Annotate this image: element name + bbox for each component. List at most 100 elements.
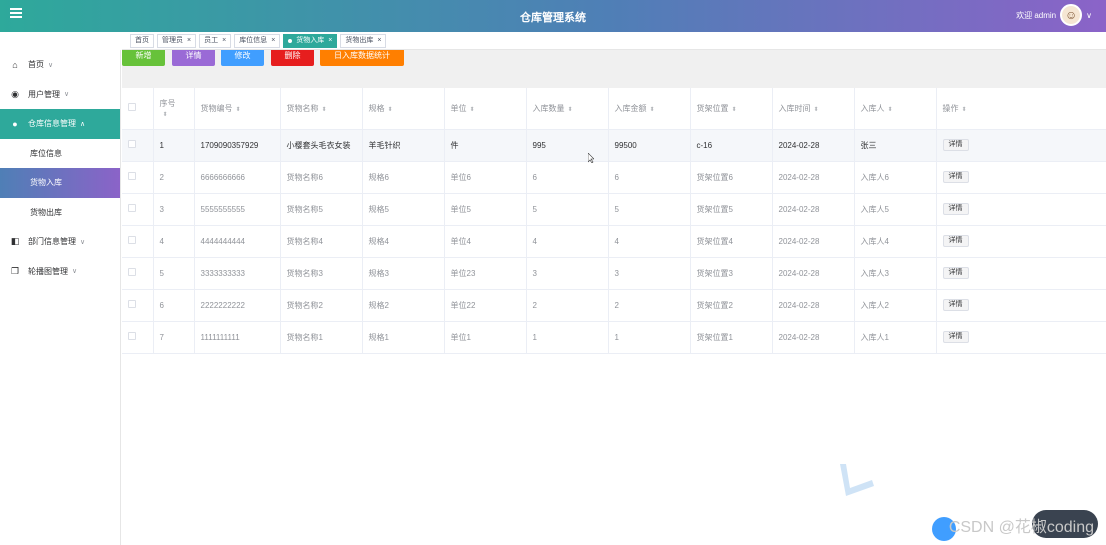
sort-icon[interactable]: ⬍ — [814, 107, 819, 113]
row-detail-button[interactable]: 详情 — [942, 331, 969, 343]
row-detail-button[interactable]: 详情 — [942, 267, 969, 279]
top-header: 仓库管理系统 欢迎 admin ☺ ∨ — [0, 0, 1106, 32]
table-cell: 规格6 — [362, 161, 445, 194]
column-header[interactable]: 单位 ⬍ — [444, 88, 527, 130]
table-cell: 7 — [153, 321, 195, 354]
avatar[interactable]: ☺ — [1060, 4, 1083, 26]
tab-2[interactable]: 员工 × — [199, 33, 232, 48]
tab-3[interactable]: 库位信息 × — [234, 33, 281, 48]
sort-icon[interactable]: ⬍ — [732, 107, 737, 113]
sidebar-item-label: 首页 — [28, 60, 44, 70]
tab-1[interactable]: 管理员 × — [157, 33, 197, 48]
close-icon[interactable]: × — [187, 35, 191, 47]
table-cell: 1 — [153, 129, 195, 162]
table-cell: 2024-02-28 — [772, 321, 855, 354]
row-detail-button[interactable]: 详情 — [942, 299, 969, 311]
sort-icon[interactable]: ⬍ — [322, 107, 327, 113]
close-icon[interactable]: × — [271, 35, 275, 47]
table-cell: 1 — [526, 321, 609, 354]
tab-label: 管理员 — [162, 36, 183, 44]
row-detail-button[interactable]: 详情 — [942, 171, 969, 183]
row-checkbox[interactable] — [128, 204, 136, 212]
row-checkbox[interactable] — [128, 268, 136, 276]
row-detail-button[interactable]: 详情 — [942, 139, 969, 151]
action-cell: 详情 — [936, 289, 1106, 322]
column-header[interactable]: 货物名称 ⬍ — [280, 88, 363, 130]
sort-icon[interactable]: ⬍ — [163, 112, 168, 118]
action-cell: 详情 — [936, 129, 1106, 162]
active-dot-icon — [288, 38, 293, 43]
sort-icon[interactable]: ⬍ — [888, 107, 893, 113]
table-cell: 单位4 — [444, 225, 527, 258]
row-checkbox[interactable] — [128, 300, 136, 308]
sort-icon[interactable]: ⬍ — [962, 107, 967, 113]
column-header[interactable]: 入库时间 ⬍ — [772, 88, 855, 130]
close-icon[interactable]: × — [377, 35, 381, 47]
column-header-label: 货架位置 — [696, 103, 729, 113]
table-cell: 3 — [608, 257, 691, 290]
sort-icon[interactable]: ⬍ — [650, 107, 655, 113]
table-row[interactable]: 7 1111111111 货物名称1 规格1 单位1 1 1 货架位置1 2024-02-28 入… — [122, 321, 1106, 354]
row-checkbox[interactable] — [128, 172, 136, 180]
tab-4[interactable]: 货物入库 × — [283, 33, 338, 48]
row-checkbox[interactable] — [128, 332, 136, 340]
select-all-checkbox[interactable] — [128, 103, 136, 112]
sidebar-item-6[interactable]: ◧ 部门信息管理 ∨ — [0, 227, 120, 257]
column-header[interactable]: 入库人 ⬍ — [854, 88, 937, 130]
table-cell: 2 — [608, 289, 691, 322]
table-cell: 货架位置6 — [690, 161, 773, 194]
table-row[interactable]: 4 4444444444 货物名称4 规格4 单位4 4 4 货架位置4 2024-02-28 入… — [122, 225, 1106, 258]
table-cell: 货物名称6 — [280, 161, 363, 194]
column-header-label: 货物名称 — [286, 103, 319, 113]
table-row[interactable]: 5 3333333333 货物名称3 规格3 单位23 3 3 货架位置3 2024-02-28… — [122, 257, 1106, 290]
row-checkbox-cell — [122, 161, 154, 194]
sidebar-item-1[interactable]: ◉ 用户管理 ∨ — [0, 80, 120, 110]
delete-button[interactable]: 删除 — [271, 50, 314, 66]
tab-5[interactable]: 货物出库 × — [340, 33, 387, 48]
column-header[interactable]: 序号 ⬍ — [153, 88, 195, 130]
column-header[interactable]: 货架位置 ⬍ — [690, 88, 773, 130]
sidebar-item-label: 仓库信息管理 — [28, 119, 76, 129]
sort-icon[interactable]: ⬍ — [388, 107, 393, 113]
row-checkbox[interactable] — [128, 236, 136, 244]
tab-0[interactable]: 首页 — [130, 33, 154, 48]
add-button[interactable]: 新增 — [122, 50, 165, 66]
sidebar-item-4[interactable]: 货物入库 — [0, 168, 120, 198]
table-row[interactable]: 1 1709090357929 小樱套头毛衣女装 羊毛针织件 995 99500 c-16 2… — [122, 129, 1106, 162]
table-row[interactable]: 2 6666666666 货物名称6 规格6 单位6 6 6 货架位置6 2024-02-28 入… — [122, 161, 1106, 194]
edit-button[interactable]: 修改 — [221, 50, 264, 66]
column-header[interactable]: 规格 ⬍ — [362, 88, 445, 130]
table-cell: c-16 — [690, 129, 773, 162]
column-header[interactable]: 入库金额 ⬍ — [608, 88, 691, 130]
row-detail-button[interactable]: 详情 — [942, 235, 969, 247]
row-detail-button[interactable]: 详情 — [942, 203, 969, 215]
panel-icon: ◧ — [10, 236, 20, 247]
sidebar-item-5[interactable]: 货物出库 — [0, 198, 120, 228]
detail-button[interactable]: 详情 — [172, 50, 215, 66]
chevron-down-icon[interactable]: ∨ — [1086, 11, 1092, 20]
sort-icon[interactable]: ⬍ — [568, 107, 573, 113]
column-header[interactable]: 入库数量 ⬍ — [526, 88, 609, 130]
close-icon[interactable]: × — [328, 35, 332, 47]
sidebar-item-2[interactable]: ● 仓库信息管理 ∧ — [0, 109, 120, 139]
sort-icon[interactable]: ⬍ — [236, 107, 241, 113]
close-icon[interactable]: × — [222, 35, 226, 47]
user-menu[interactable]: 欢迎 admin ☺ ∨ — [1016, 4, 1092, 26]
watermark-logo-icon — [840, 464, 874, 496]
column-header[interactable]: 货物编号 ⬍ — [194, 88, 281, 130]
table-row[interactable]: 6 2222222222 货物名称2 规格2 单位22 2 2 货架位置2 2024-02-28… — [122, 289, 1106, 322]
sidebar-item-3[interactable]: 库位信息 — [0, 139, 120, 169]
table-cell: 入库人6 — [854, 161, 937, 194]
table-cell: 张三 — [854, 129, 937, 162]
sidebar-item-0[interactable]: ⌂ 首页 ∨ — [0, 50, 120, 80]
column-header[interactable]: 操作 ⬍ — [936, 88, 1106, 130]
column-header-label: 入库时间 — [778, 103, 811, 113]
table-row[interactable]: 3 5555555555 货物名称5 规格5 单位5 5 5 货架位置5 2024-02-28 入… — [122, 193, 1106, 226]
row-checkbox[interactable] — [128, 140, 136, 148]
sort-icon[interactable]: ⬍ — [470, 107, 475, 113]
table-cell: 小樱套头毛衣女装 — [280, 129, 363, 162]
daily-stats-button[interactable]: 日入库数据统计 — [320, 50, 404, 66]
sidebar-item-7[interactable]: ❐ 轮播图管理 ∨ — [0, 257, 120, 287]
tab-label: 首页 — [135, 36, 149, 44]
table-cell: 货架位置3 — [690, 257, 773, 290]
